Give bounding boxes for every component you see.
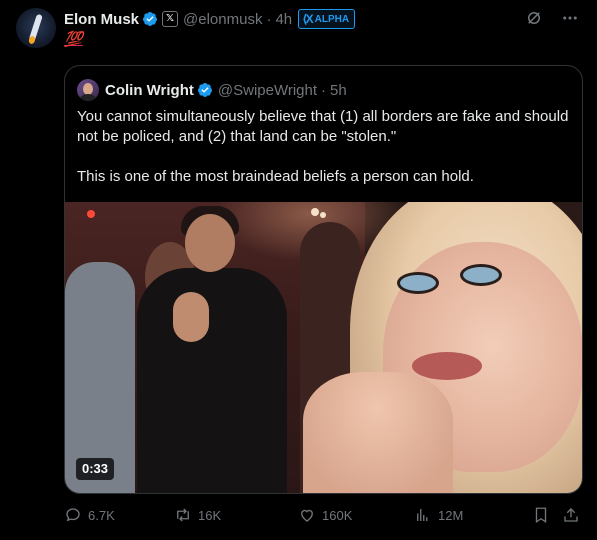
quoted-author-avatar[interactable]	[77, 79, 99, 101]
video-duration: 0:33	[76, 458, 115, 480]
quoted-author-handle[interactable]: @SwipeWright	[218, 82, 317, 99]
alpha-label: ALPHA	[314, 13, 350, 25]
light-dot	[87, 210, 95, 218]
tweet-top-actions	[525, 9, 579, 27]
light-dot	[311, 208, 319, 216]
audience-person	[137, 268, 287, 493]
verified-badge-icon	[143, 12, 158, 26]
separator-dot: ·	[266, 10, 272, 28]
quoted-tweet[interactable]: Colin Wright @SwipeWright · 5h You canno…	[64, 65, 583, 494]
x-alpha-icon: ⟨X	[302, 12, 313, 26]
grok-icon[interactable]	[525, 9, 543, 27]
reply-icon	[66, 508, 80, 522]
woman-eye	[397, 272, 439, 294]
quoted-tweet-text: You cannot simultaneously believe that (…	[77, 107, 572, 207]
share-button[interactable]	[562, 506, 580, 524]
bookmark-icon	[535, 507, 547, 524]
tweet-text: 💯	[64, 31, 83, 48]
woman-eye	[460, 264, 502, 286]
quoted-paragraph: This is one of the most braindead belief…	[77, 168, 474, 185]
x-affiliation-icon: 𝕏	[162, 11, 179, 27]
audience-person-head	[185, 214, 235, 272]
author-name[interactable]: Elon Musk	[64, 11, 139, 28]
views-icon	[417, 509, 428, 521]
verified-badge-icon	[197, 83, 212, 97]
tweet[interactable]: Elon Musk 𝕏 @elonmusk · 4h ⟨X ALPHA 💯 Co…	[0, 0, 597, 540]
like-button[interactable]: 160K	[298, 506, 352, 524]
rocket-flame-image	[27, 35, 37, 45]
heart-icon	[301, 509, 313, 522]
bookmark-button[interactable]	[532, 506, 550, 524]
like-count: 160K	[322, 507, 353, 523]
views-button[interactable]: 12M	[414, 506, 463, 524]
author-handle[interactable]: @elonmusk	[183, 11, 262, 28]
alpha-badge[interactable]: ⟨X ALPHA	[298, 9, 356, 29]
separator-dot: ·	[321, 81, 327, 99]
woman-lips	[412, 352, 482, 380]
reply-button[interactable]: 6.7K	[64, 506, 115, 524]
avatar-body-image	[80, 94, 96, 101]
video-player[interactable]: 0:33	[65, 202, 582, 493]
repost-icon	[177, 508, 189, 522]
share-icon	[564, 508, 578, 522]
tweet-time[interactable]: 4h	[275, 11, 292, 28]
reply-count: 6.7K	[88, 507, 115, 523]
repost-button[interactable]: 16K	[174, 506, 221, 524]
author-avatar[interactable]	[16, 8, 56, 48]
quoted-paragraph: You cannot simultaneously believe that (…	[77, 108, 569, 145]
audience-person-hands	[173, 292, 209, 342]
quoted-tweet-header: Colin Wright @SwipeWright · 5h	[77, 79, 347, 101]
more-options-icon[interactable]	[561, 9, 579, 27]
woman-hands	[303, 372, 453, 493]
tweet-actions: 6.7K 16K 160K 12M	[64, 506, 581, 526]
quoted-tweet-time[interactable]: 5h	[330, 82, 347, 99]
light-dot	[320, 212, 326, 218]
quoted-author-name[interactable]: Colin Wright	[105, 82, 194, 99]
view-count: 12M	[438, 507, 464, 523]
repost-count: 16K	[198, 507, 222, 523]
tweet-header: Elon Musk 𝕏 @elonmusk · 4h ⟨X ALPHA	[64, 9, 356, 29]
